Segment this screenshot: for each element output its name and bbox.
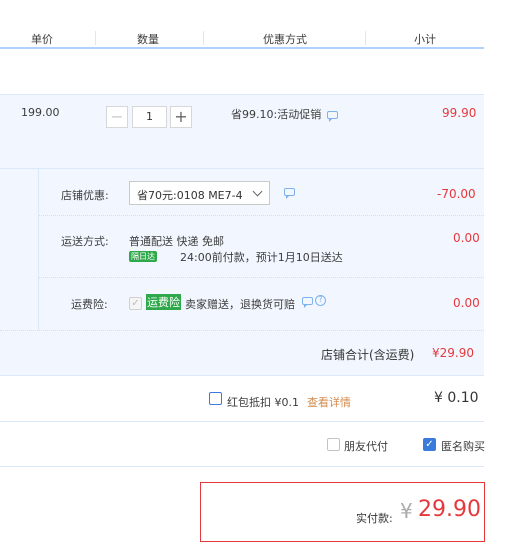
divider bbox=[0, 375, 484, 376]
shop-discount-label: 店铺优惠: bbox=[61, 189, 109, 202]
insurance-tag: 运费险 bbox=[146, 294, 181, 310]
insurance-amount: 0.00 bbox=[453, 296, 480, 310]
friend-pay-checkbox[interactable] bbox=[327, 438, 340, 451]
next-day-badge: 隔日达 bbox=[129, 251, 157, 262]
shop-total-label: 店铺合计(含运费) bbox=[321, 348, 415, 362]
shipping-label: 运送方式: bbox=[61, 235, 109, 248]
table-header: 单价 数量 优惠方式 小计 bbox=[0, 0, 484, 49]
pay-amount: 29.90 bbox=[418, 497, 481, 522]
item-subtotal: 99.90 bbox=[442, 106, 477, 120]
decrease-button[interactable]: − bbox=[106, 106, 128, 128]
shipping-detail: 24:00前付款，预计1月10日送达 bbox=[180, 251, 343, 264]
shop-discount-amount: -70.00 bbox=[437, 187, 476, 201]
divider bbox=[203, 31, 204, 45]
divider bbox=[365, 31, 366, 45]
insurance-text: 卖家赠送，退换货可赔 bbox=[185, 298, 295, 311]
payment-box: 实付款: ¥ 29.90 bbox=[200, 482, 485, 542]
red-packet-checkbox[interactable] bbox=[209, 392, 222, 405]
item-price: 199.00 bbox=[21, 106, 60, 119]
divider bbox=[0, 466, 484, 467]
divider bbox=[0, 421, 484, 422]
chat-icon[interactable] bbox=[327, 111, 338, 122]
divider bbox=[39, 215, 484, 216]
shop-discount-select[interactable]: 省70元:0108 ME7-4 bbox=[129, 181, 270, 205]
anonymous-checkbox[interactable]: ✓ bbox=[423, 438, 436, 451]
quantity-input[interactable]: 1 bbox=[132, 106, 167, 128]
column-price: 单价 bbox=[31, 33, 53, 46]
pay-label: 实付款: bbox=[356, 512, 393, 525]
column-promotion: 优惠方式 bbox=[263, 33, 307, 46]
help-icon[interactable]: ? bbox=[315, 295, 326, 306]
red-packet-label: 红包抵扣 ¥0.1 bbox=[227, 396, 299, 409]
item-promotion: 省99.10:活动促销 bbox=[231, 108, 322, 121]
column-quantity: 数量 bbox=[137, 33, 159, 46]
shipping-methods: 普通配送 快递 免邮 bbox=[129, 235, 224, 248]
view-details-link[interactable]: 查看详情 bbox=[307, 394, 351, 410]
currency-symbol: ¥ bbox=[400, 499, 413, 523]
insurance-label: 运费险: bbox=[71, 298, 108, 311]
chat-icon[interactable] bbox=[284, 188, 295, 199]
divider bbox=[0, 330, 484, 331]
divider bbox=[39, 277, 484, 278]
column-subtotal: 小计 bbox=[414, 33, 436, 46]
divider bbox=[95, 31, 96, 45]
shipping-amount: 0.00 bbox=[453, 231, 480, 245]
quantity-stepper: − 1 + bbox=[106, 106, 192, 128]
friend-pay-label: 朋友代付 bbox=[344, 440, 388, 453]
shop-total-amount: ¥29.90 bbox=[432, 346, 474, 360]
red-packet-amount: ¥ 0.10 bbox=[434, 390, 479, 406]
chevron-down-icon bbox=[252, 186, 263, 197]
increase-button[interactable]: + bbox=[170, 106, 192, 128]
chat-icon[interactable] bbox=[302, 297, 313, 308]
shop-discount-value: 省70元:0108 ME7-4 bbox=[137, 189, 243, 202]
insurance-checkbox[interactable]: ✓ bbox=[129, 297, 142, 310]
divider bbox=[38, 168, 39, 330]
anonymous-label: 匿名购买 bbox=[441, 440, 485, 453]
